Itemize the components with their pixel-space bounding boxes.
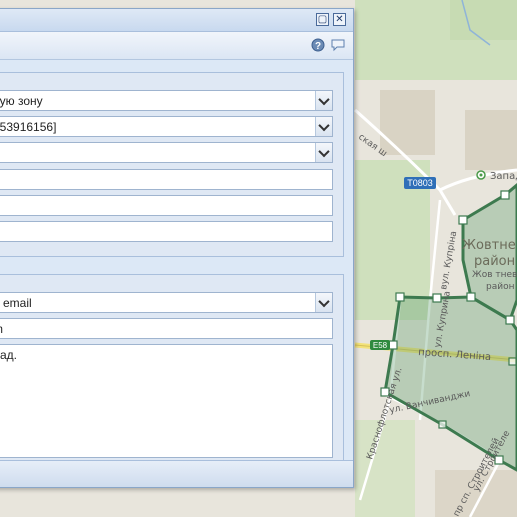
comment-icon[interactable]: [331, 38, 345, 52]
green-area: [450, 0, 517, 40]
built-area: [380, 90, 435, 155]
maximize-button[interactable]: ▢: [316, 13, 329, 26]
district-small-line1: Жов тнев: [472, 270, 517, 280]
road-shield-t0803-label: T0803: [407, 178, 433, 188]
district-small-line2: район: [486, 282, 515, 292]
vertex-handle[interactable]: [505, 315, 515, 325]
zone-settings-fieldset: ную зону 053916156]: [0, 72, 344, 257]
vertex-handle[interactable]: [432, 293, 442, 303]
district-label-line2: район: [474, 254, 515, 269]
dialog-toolbar: ?: [0, 32, 353, 60]
notification-fieldset: о email m лад.: [0, 274, 344, 464]
vertex-handle[interactable]: [395, 292, 405, 302]
text-field-1[interactable]: [0, 169, 333, 190]
phone-select[interactable]: 053916156]: [0, 116, 333, 137]
message-textarea-value: лад.: [0, 348, 18, 362]
dialog-footer: [0, 460, 353, 487]
notify-method-dropdown-button[interactable]: [315, 293, 332, 312]
phone-select-dropdown-button[interactable]: [315, 117, 332, 136]
email-field-value: m: [0, 322, 3, 336]
notify-method-select[interactable]: о email: [0, 292, 333, 313]
poi-label: Запад: [490, 171, 517, 182]
road-shield-e58-label: E58: [373, 341, 388, 350]
vertex-midpoint[interactable]: [508, 357, 517, 366]
zone-dialog[interactable]: ▢ ✕ ? ную зону 053916156]: [0, 8, 354, 488]
zone-select-value: ную зону: [0, 94, 43, 108]
district-label-line1: Жовтнев: [462, 238, 517, 253]
vertex-handle[interactable]: [466, 292, 476, 302]
close-button[interactable]: ✕: [333, 13, 346, 26]
vertex-handle[interactable]: [458, 215, 468, 225]
message-textarea[interactable]: лад.: [0, 344, 333, 458]
vertex-handle[interactable]: [388, 340, 398, 350]
green-area: [355, 420, 415, 517]
option-select-dropdown-button[interactable]: [315, 143, 332, 162]
zone-select-dropdown-button[interactable]: [315, 91, 332, 110]
vertex-midpoint[interactable]: [438, 420, 447, 429]
zone-select[interactable]: ную зону: [0, 90, 333, 111]
text-field-2[interactable]: [0, 195, 333, 216]
svg-text:?: ?: [315, 41, 321, 52]
text-field-3[interactable]: [0, 221, 333, 242]
dialog-titlebar[interactable]: ▢ ✕: [0, 9, 353, 32]
email-field[interactable]: m: [0, 318, 333, 339]
option-select[interactable]: [0, 142, 333, 163]
vertex-handle[interactable]: [500, 190, 510, 200]
phone-select-value: 053916156]: [0, 120, 57, 134]
notify-method-value: о email: [0, 296, 32, 310]
built-area: [465, 110, 517, 170]
help-icon[interactable]: ?: [311, 38, 325, 52]
